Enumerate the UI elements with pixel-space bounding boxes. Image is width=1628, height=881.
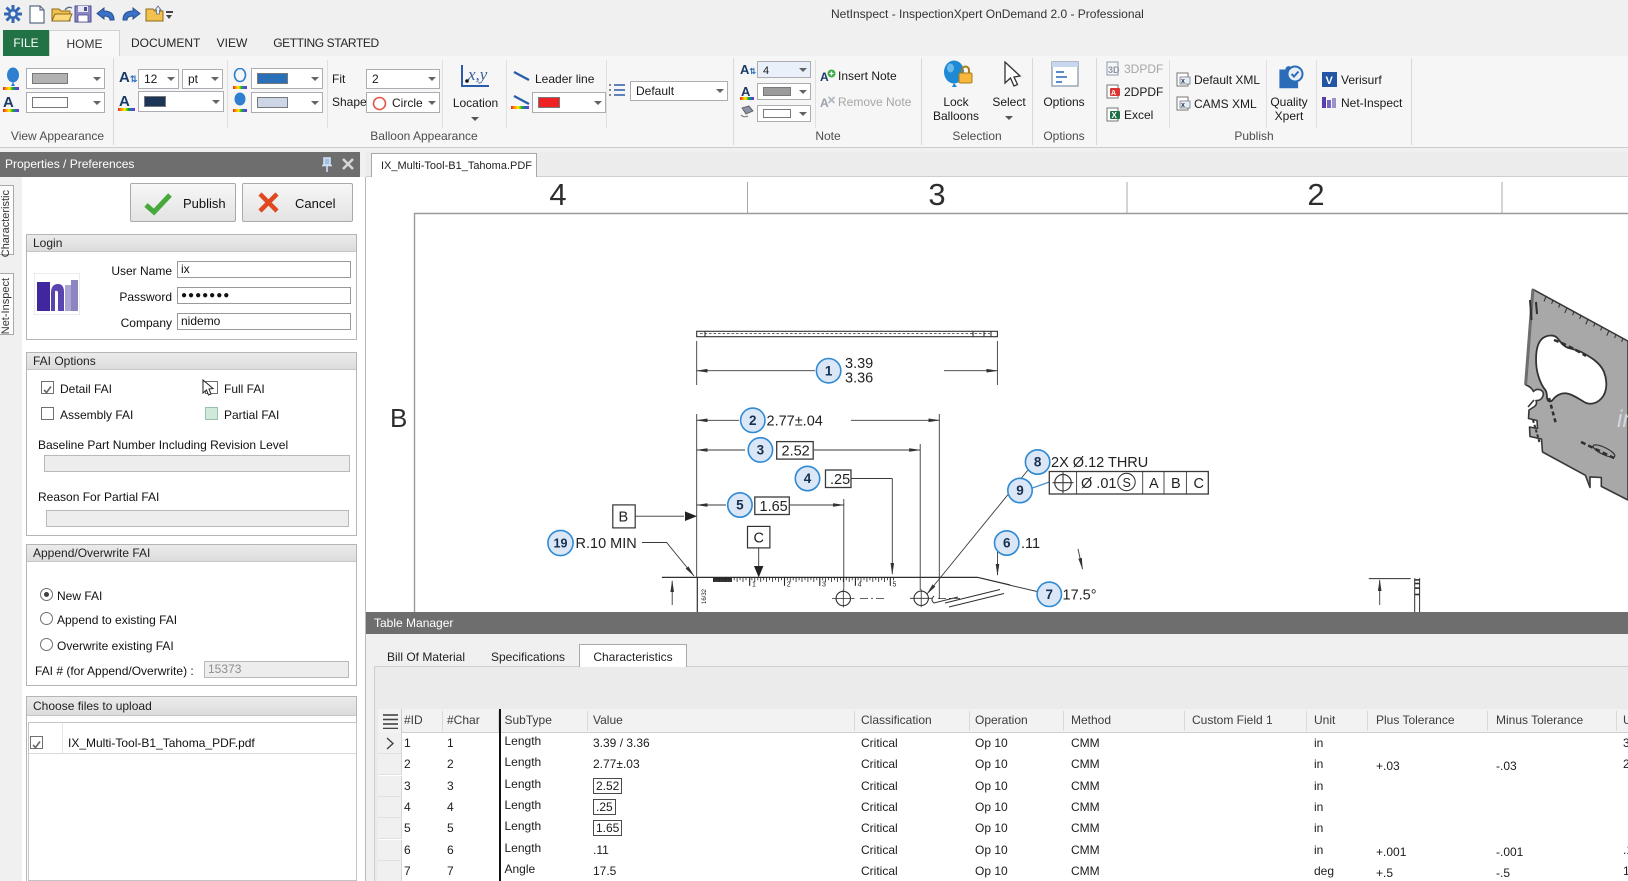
svg-text:17.5°: 17.5° <box>1063 588 1097 604</box>
svg-text:2X Ø.12 THRU: 2X Ø.12 THRU <box>1051 455 1148 471</box>
svg-text:1.65: 1.65 <box>760 499 788 515</box>
svg-text:2: 2 <box>1307 177 1324 212</box>
svg-text:3D: 3D <box>1108 65 1120 75</box>
svg-text:3: 3 <box>928 177 945 212</box>
svg-text:4: 4 <box>549 177 566 212</box>
svg-text:8: 8 <box>1034 455 1042 470</box>
svg-text:6: 6 <box>1003 536 1011 551</box>
svg-text:7: 7 <box>1046 587 1054 602</box>
svg-text:2: 2 <box>787 582 791 589</box>
svg-text:3.36: 3.36 <box>845 371 873 387</box>
svg-text:in: in <box>1617 406 1628 433</box>
svg-text:2.77±.04: 2.77±.04 <box>767 413 823 429</box>
svg-text:B: B <box>390 403 407 433</box>
svg-text:3: 3 <box>822 582 826 589</box>
svg-text:4: 4 <box>858 582 862 589</box>
svg-text:.11: .11 <box>1021 536 1040 552</box>
svg-text:Ø .01: Ø .01 <box>1081 476 1116 492</box>
svg-text:A: A <box>820 70 829 83</box>
svg-text:B: B <box>619 510 629 526</box>
svg-text:16/32: 16/32 <box>702 588 708 604</box>
svg-text:5: 5 <box>893 582 897 589</box>
svg-text:S: S <box>1123 476 1131 490</box>
svg-text:X: X <box>1112 111 1118 120</box>
svg-text:C: C <box>754 531 764 547</box>
svg-text:9: 9 <box>1016 483 1024 498</box>
svg-text:x: x <box>1181 78 1185 85</box>
svg-text:.25: .25 <box>830 472 850 488</box>
svg-text:V: V <box>1326 75 1334 87</box>
svg-text:A: A <box>1111 90 1116 97</box>
svg-text:2.52: 2.52 <box>782 444 810 460</box>
svg-text:B: B <box>1171 476 1181 492</box>
svg-text:4: 4 <box>804 471 812 486</box>
svg-text:x,y: x,y <box>467 65 488 84</box>
svg-text:1: 1 <box>752 582 756 589</box>
svg-text:3: 3 <box>757 443 765 458</box>
svg-text:x: x <box>1181 102 1185 109</box>
svg-text:1: 1 <box>825 363 833 378</box>
svg-text:5: 5 <box>736 498 744 513</box>
svg-text:R.10 MIN: R.10 MIN <box>576 536 637 552</box>
svg-text:A: A <box>820 96 829 109</box>
svg-text:19: 19 <box>554 537 568 551</box>
svg-text:C: C <box>1194 476 1204 492</box>
svg-text:2: 2 <box>749 413 757 428</box>
svg-text:A: A <box>1149 476 1159 492</box>
